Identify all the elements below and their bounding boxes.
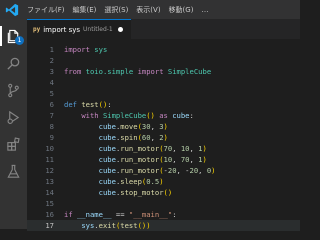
line-number: 1: [49, 45, 54, 54]
flask-icon: [7, 164, 20, 178]
line-number: 13: [45, 177, 54, 186]
unsaved-dot-icon[interactable]: [117, 27, 123, 32]
run-debug-icon: [7, 110, 20, 124]
tab-subtitle: Untitled-1: [83, 26, 113, 33]
search-icon: [7, 57, 20, 70]
code-text: sys.exit(test()): [81, 221, 151, 230]
menu-go[interactable]: 移動(G): [165, 5, 198, 15]
line-number: 14: [45, 188, 54, 197]
line-number: 16: [45, 210, 54, 219]
code-line[interactable]: 13 cube.sleep(0.5): [27, 176, 300, 187]
code-text: def test():: [64, 100, 112, 109]
line-number: 6: [49, 100, 54, 109]
source-control-button[interactable]: [0, 77, 27, 103]
python-file-icon: py: [33, 26, 41, 33]
code-text: from toio.simple import SimpleCube: [64, 67, 212, 76]
extensions-icon: [7, 136, 20, 151]
tab-title: import sys: [43, 25, 81, 34]
code-editor[interactable]: 1 import sys 2 3 from toio.simple import Sim…: [27, 39, 300, 231]
menu-view[interactable]: 表示(V): [132, 5, 164, 15]
line-number: 2: [49, 56, 54, 65]
editor-tab[interactable]: py import sys Untitled-1: [27, 19, 131, 39]
code-line[interactable]: 1 import sys: [27, 44, 300, 55]
vscode-logo-icon: [5, 3, 19, 16]
code-line[interactable]: 16 if __name__ == "__main__":: [27, 209, 300, 220]
tab-bar: py import sys Untitled-1: [27, 19, 300, 39]
code-text: import sys: [64, 45, 108, 54]
menu-edit[interactable]: 編集(E): [69, 5, 101, 15]
run-debug-button[interactable]: [0, 104, 27, 130]
code-line[interactable]: 6 def test():: [27, 99, 300, 110]
line-number: 4: [49, 78, 54, 87]
code-line[interactable]: 8 cube.move(30, 3): [27, 121, 300, 132]
code-line[interactable]: 15: [27, 198, 300, 209]
code-text: cube.sleep(0.5): [98, 177, 164, 186]
code-line[interactable]: 5: [27, 88, 300, 99]
testing-button[interactable]: [0, 158, 27, 184]
explorer-badge: 1: [15, 36, 24, 45]
line-number: 15: [45, 199, 54, 208]
line-number: 8: [49, 122, 54, 131]
line-number: 7: [49, 111, 54, 120]
extensions-button[interactable]: [0, 131, 27, 157]
code-line[interactable]: 2: [27, 55, 300, 66]
code-line[interactable]: 10 cube.run_motor(70, 10, 1): [27, 143, 300, 154]
code-line[interactable]: 9 cube.spin(60, 2): [27, 132, 300, 143]
explorer-button[interactable]: 1: [0, 23, 27, 49]
code-line[interactable]: 17 sys.exit(test()): [27, 220, 300, 231]
line-number: 12: [45, 166, 54, 175]
code-text: cube.stop_motor(): [98, 188, 173, 197]
code-line[interactable]: 3 from toio.simple import SimpleCube: [27, 66, 300, 77]
source-control-icon: [8, 83, 19, 97]
line-number: 10: [45, 144, 54, 153]
line-number: 9: [49, 133, 54, 142]
code-line[interactable]: 7 with SimpleCube() as cube:: [27, 110, 300, 121]
code-line[interactable]: 11 cube.run_motor(10, 70, 1): [27, 154, 300, 165]
search-button[interactable]: [0, 50, 27, 76]
code-line[interactable]: 12 cube.run_motor(-20, -20, 0): [27, 165, 300, 176]
line-number: 3: [49, 67, 54, 76]
code-text: cube.spin(60, 2): [98, 133, 168, 142]
code-line[interactable]: 14 cube.stop_motor(): [27, 187, 300, 198]
line-number: 17: [45, 221, 54, 230]
code-text: cube.run_motor(70, 10, 1): [98, 144, 207, 153]
code-line[interactable]: 4: [27, 77, 300, 88]
menu-more[interactable]: …: [197, 6, 212, 14]
code-text: cube.move(30, 3): [98, 122, 168, 131]
code-text: if __name__ == "__main__":: [64, 210, 177, 219]
menu-selection[interactable]: 選択(S): [100, 5, 132, 15]
line-number: 5: [49, 89, 54, 98]
activity-bar: 1: [0, 19, 27, 229]
menu-file[interactable]: ファイル(F): [23, 5, 69, 15]
code-text: cube.run_motor(10, 70, 1): [98, 155, 207, 164]
code-text: with SimpleCube() as cube:: [81, 111, 194, 120]
title-bar: ファイル(F) 編集(E) 選択(S) 表示(V) 移動(G) …: [0, 0, 300, 19]
line-number: 11: [45, 155, 54, 164]
code-text: cube.run_motor(-20, -20, 0): [98, 166, 216, 175]
